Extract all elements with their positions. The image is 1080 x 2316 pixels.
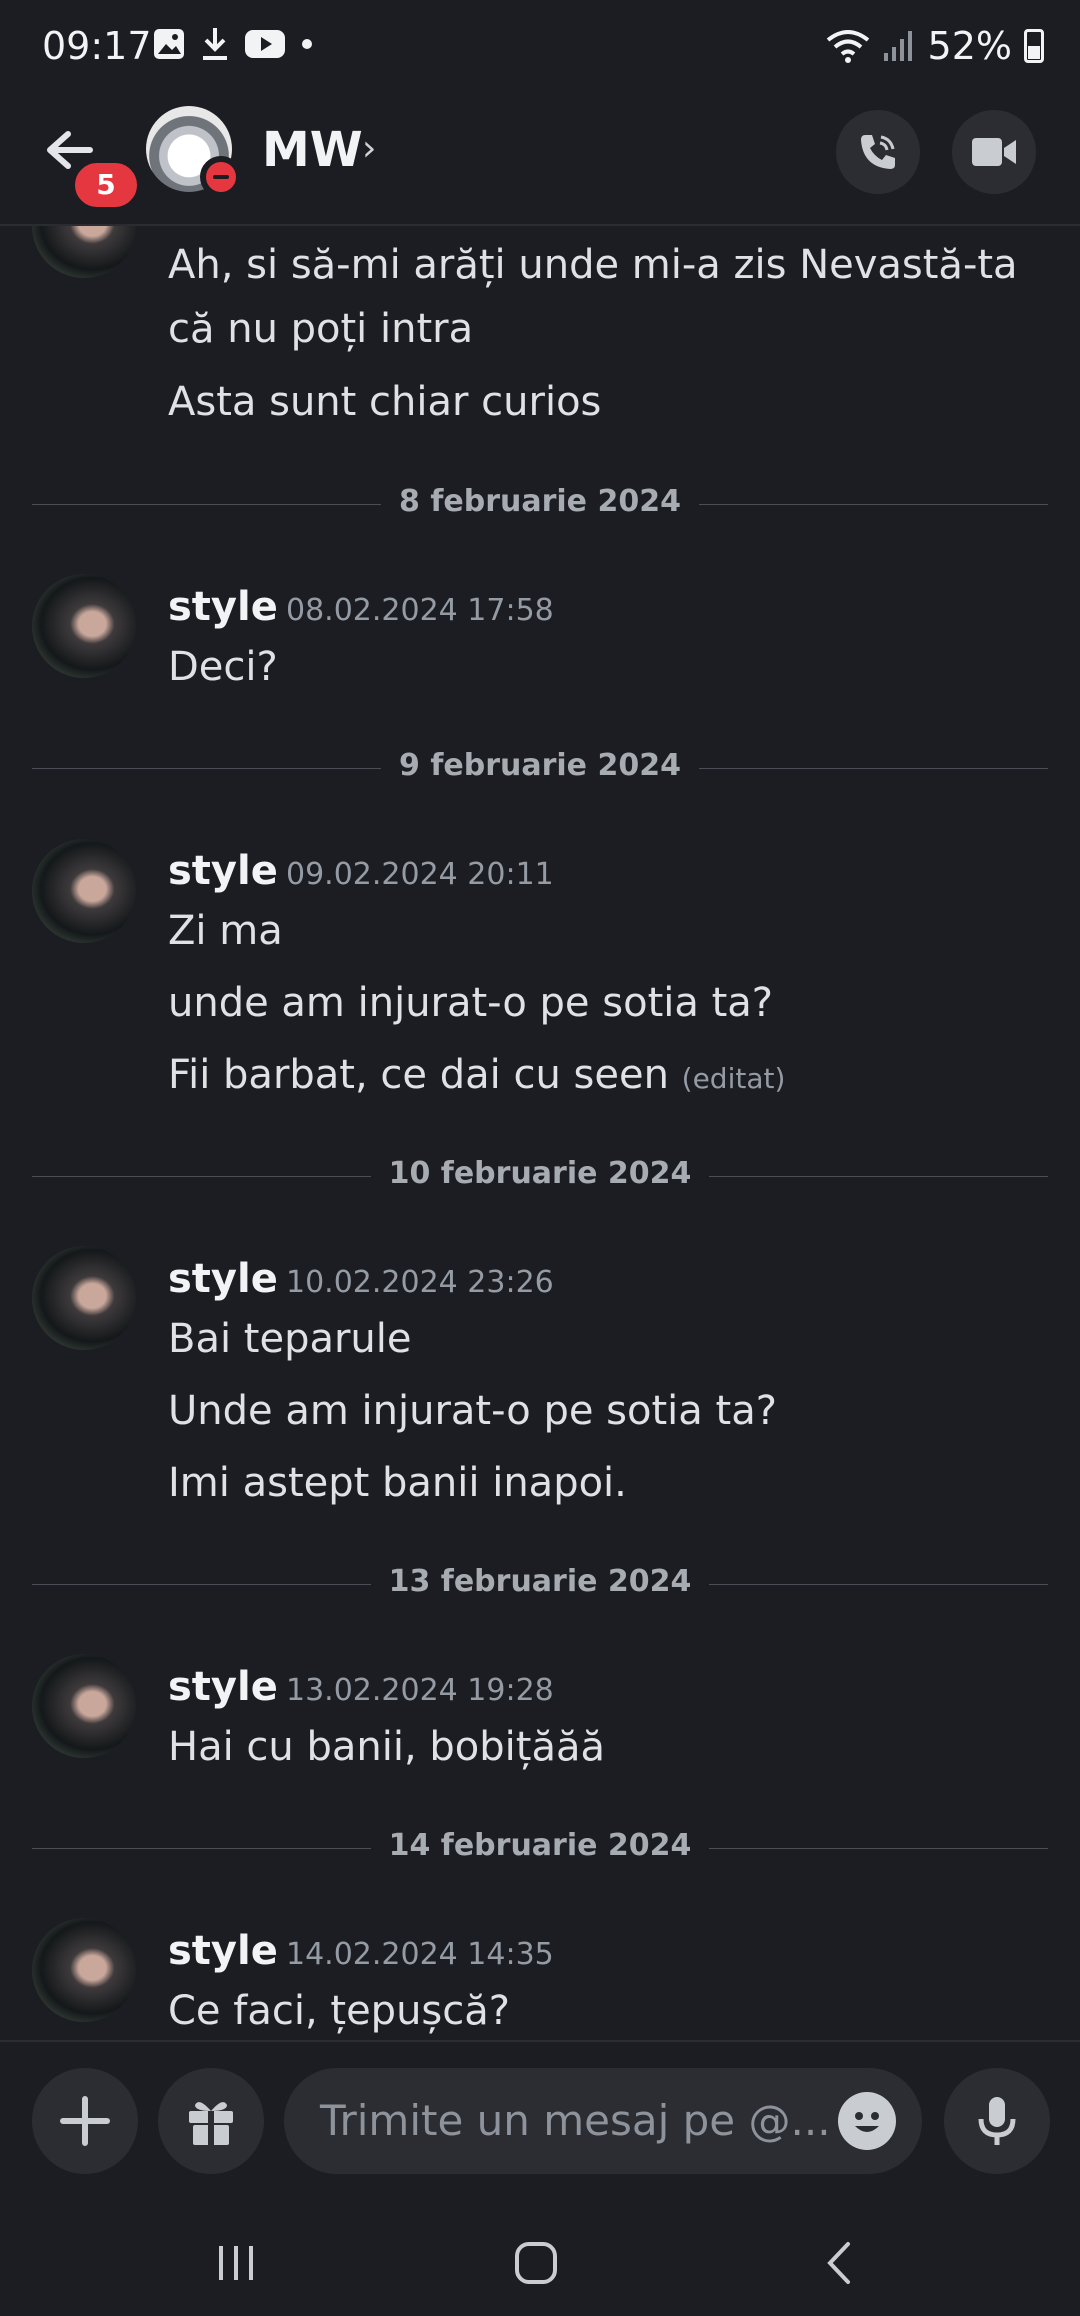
- dot-icon: [302, 39, 312, 49]
- video-icon: [972, 138, 1016, 166]
- download-icon: [203, 28, 227, 60]
- date-label: 14 februarie 2024: [370, 1828, 710, 1863]
- message-timestamp: 09.02.2024 20:11: [286, 857, 554, 892]
- youtube-icon: [245, 30, 285, 58]
- dnd-status-icon: [200, 156, 242, 198]
- add-attachment-button[interactable]: [32, 2068, 138, 2174]
- date-label: 9 februarie 2024: [381, 748, 699, 783]
- contact-name[interactable]: MW: [262, 122, 363, 178]
- author-name[interactable]: style: [168, 848, 278, 894]
- message-text: unde am injurat-o pe sotia ta?: [168, 980, 774, 1026]
- author-avatar[interactable]: [32, 224, 136, 278]
- message-timestamp: 13.02.2024 19:28: [286, 1673, 554, 1708]
- message-text: Fii barbat, ce dai cu seen (editat): [168, 1052, 785, 1098]
- gallery-icon: [154, 29, 184, 59]
- voice-call-button[interactable]: [836, 110, 920, 194]
- gift-icon: [189, 2102, 233, 2145]
- status-time: 09:17: [42, 24, 152, 68]
- message-text: Asta sunt chiar curios: [168, 379, 602, 425]
- author-avatar[interactable]: [32, 1246, 136, 1350]
- plus-icon: [60, 2096, 110, 2146]
- date-divider: 14 februarie 2024: [32, 1828, 1048, 1868]
- recent-apps-icon: [219, 2246, 253, 2280]
- message-text: Ah, si să-mi arăți unde mi-a zis Nevastă…: [168, 242, 1018, 288]
- voice-message-button[interactable]: [944, 2068, 1050, 2174]
- date-label: 13 februarie 2024: [370, 1564, 710, 1599]
- home-icon: [515, 2242, 557, 2284]
- system-back-button[interactable]: [800, 2228, 880, 2298]
- unread-badge: 5: [70, 158, 142, 212]
- message-text: Ce faci, țepușcă?: [168, 1988, 510, 2034]
- author-avatar[interactable]: [32, 1654, 136, 1758]
- date-label: 8 februarie 2024: [381, 484, 699, 519]
- date-divider: 8 februarie 2024: [32, 484, 1048, 524]
- message-input[interactable]: Trimite un mesaj pe @...: [284, 2068, 922, 2174]
- status-bar: 09:17 52%: [0, 0, 1080, 92]
- back-icon: [827, 2242, 850, 2284]
- chat-header: 5 MW ›: [0, 92, 1080, 226]
- author-avatar[interactable]: [32, 574, 136, 678]
- message-text: Hai cu banii, bobițăăă: [168, 1724, 605, 1770]
- message-text: că nu poți intra: [168, 306, 474, 352]
- gift-button[interactable]: [158, 2068, 264, 2174]
- message-timestamp: 10.02.2024 23:26: [286, 1265, 554, 1300]
- date-divider: 10 februarie 2024: [32, 1156, 1048, 1196]
- video-call-button[interactable]: [952, 110, 1036, 194]
- system-nav-bar: [0, 2200, 1080, 2316]
- chevron-right-icon[interactable]: ›: [362, 128, 376, 169]
- microphone-icon: [978, 2097, 1016, 2145]
- author-name[interactable]: style: [168, 1928, 278, 1974]
- recent-apps-button[interactable]: [196, 2228, 276, 2298]
- author-avatar[interactable]: [32, 839, 136, 943]
- author-name[interactable]: style: [168, 1664, 278, 1710]
- emoji-icon[interactable]: [838, 2092, 896, 2150]
- message-text: Bai teparule: [168, 1316, 412, 1362]
- message-text: Imi astept banii inapoi.: [168, 1460, 627, 1506]
- message-body: Fii barbat, ce dai cu seen: [168, 1052, 669, 1098]
- battery-icon: [1024, 29, 1044, 63]
- message-text: Unde am injurat-o pe sotia ta?: [168, 1388, 777, 1434]
- author-avatar[interactable]: [32, 1918, 136, 2022]
- date-divider: 9 februarie 2024: [32, 748, 1048, 788]
- battery-percent: 52%: [927, 24, 1012, 68]
- message-timestamp: 08.02.2024 17:58: [286, 593, 554, 628]
- home-button[interactable]: [496, 2228, 576, 2298]
- edited-label: (editat): [681, 1062, 786, 1095]
- wifi-icon: [826, 30, 869, 63]
- author-name[interactable]: style: [168, 1256, 278, 1302]
- message-input-placeholder: Trimite un mesaj pe @...: [320, 2096, 831, 2145]
- signal-icon: [883, 31, 912, 61]
- message-timestamp: 14.02.2024 14:35: [286, 1937, 554, 1972]
- message-list[interactable]: Ah, si să-mi arăți unde mi-a zis Nevastă…: [0, 224, 1080, 2040]
- date-label: 10 februarie 2024: [370, 1156, 710, 1191]
- author-name[interactable]: style: [168, 584, 278, 630]
- message-text: Deci?: [168, 644, 278, 690]
- contact-avatar[interactable]: [146, 106, 242, 198]
- message-text: Zi ma: [168, 908, 283, 954]
- date-divider: 13 februarie 2024: [32, 1564, 1048, 1604]
- call-icon: [861, 135, 895, 169]
